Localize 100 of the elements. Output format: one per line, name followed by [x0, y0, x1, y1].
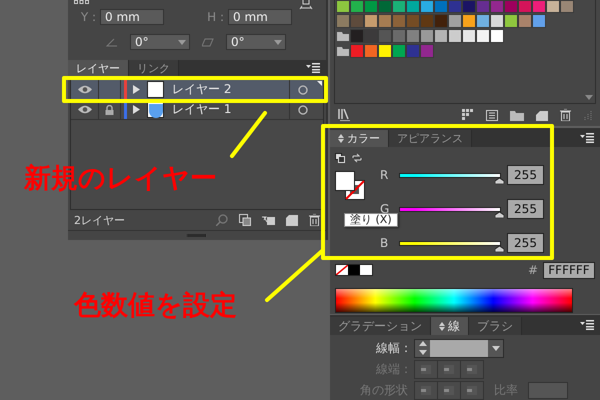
color-swatch[interactable]: [420, 0, 434, 13]
color-swatch[interactable]: [448, 14, 462, 28]
trash-icon[interactable]: [560, 109, 571, 121]
move-selection-icon[interactable]: [262, 214, 275, 226]
stroke-width-field[interactable]: [414, 338, 504, 358]
color-swatch[interactable]: [360, 265, 372, 275]
color-swatch[interactable]: [490, 14, 504, 28]
value-field[interactable]: 255: [507, 165, 544, 185]
color-swatch[interactable]: [420, 29, 434, 43]
color-swatch[interactable]: [476, 29, 490, 43]
color-swatch[interactable]: [420, 44, 434, 58]
target-circle-icon[interactable]: [298, 84, 308, 94]
color-swatch[interactable]: [406, 44, 420, 58]
color-swatch[interactable]: [406, 14, 420, 28]
color-swatch[interactable]: [392, 0, 406, 13]
color-swatch[interactable]: [476, 14, 490, 28]
color-swatch[interactable]: [462, 29, 476, 43]
color-swatch[interactable]: [364, 14, 378, 28]
color-swatch[interactable]: [434, 0, 448, 13]
color-swatch[interactable]: [350, 29, 364, 43]
color-swatch[interactable]: [462, 0, 476, 13]
color-swatch[interactable]: [462, 14, 476, 28]
collapse-icon[interactable]: [338, 134, 344, 143]
color-swatch[interactable]: [504, 0, 518, 13]
panel-menu-icon[interactable]: [580, 320, 594, 330]
color-swatch[interactable]: [350, 0, 364, 13]
color-swatch[interactable]: [348, 265, 360, 275]
resize-grip-icon[interactable]: [583, 110, 592, 120]
new-swatch-icon[interactable]: [536, 110, 548, 120]
color-swatch[interactable]: [364, 29, 378, 43]
color-swatch[interactable]: [364, 44, 378, 58]
eye-icon[interactable]: [78, 85, 92, 94]
value-field[interactable]: 255: [507, 199, 544, 219]
color-swatch[interactable]: [350, 44, 364, 58]
new-layer-icon[interactable]: [286, 214, 298, 226]
link-icon[interactable]: [299, 0, 313, 10]
input-field[interactable]: 0 mm: [100, 9, 164, 25]
cap-style-icon[interactable]: [461, 360, 483, 378]
color-swatch[interactable]: [378, 0, 392, 13]
library-books-icon[interactable]: [338, 109, 352, 121]
swap-arrows-icon[interactable]: [352, 153, 362, 163]
panel-tab[interactable]: ブラシ: [469, 317, 522, 335]
color-swatch[interactable]: [378, 29, 392, 43]
color-swatch[interactable]: [518, 0, 532, 13]
color-swatch[interactable]: [490, 0, 504, 13]
color-swatch[interactable]: [392, 14, 406, 28]
cap-style-icon[interactable]: [415, 382, 437, 398]
grid-view-icon[interactable]: [462, 109, 474, 121]
folder-icon[interactable]: [510, 110, 524, 120]
cap-style-icon[interactable]: [438, 360, 460, 378]
expand-triangle-icon[interactable]: [133, 105, 140, 114]
color-swatch[interactable]: [336, 14, 350, 28]
color-swatch[interactable]: [336, 0, 350, 13]
color-swatch[interactable]: [378, 44, 392, 58]
color-swatch[interactable]: [392, 44, 406, 58]
color-swatch[interactable]: [504, 14, 518, 28]
collapse-icon[interactable]: [439, 322, 445, 330]
eye-icon[interactable]: [78, 105, 92, 114]
button-group[interactable]: [414, 360, 484, 378]
input-field[interactable]: 0 mm: [228, 9, 292, 25]
button-group[interactable]: [414, 380, 484, 400]
color-swatch[interactable]: [420, 14, 434, 28]
color-swatch[interactable]: [392, 29, 406, 43]
default-colors-icon[interactable]: [335, 153, 345, 163]
color-swatch[interactable]: [448, 0, 462, 13]
color-swatch[interactable]: [364, 0, 378, 13]
color-swatch[interactable]: [490, 29, 504, 43]
cap-style-icon[interactable]: [461, 382, 483, 398]
layer-row[interactable]: レイヤー 2: [71, 80, 323, 100]
color-swatch[interactable]: [406, 29, 420, 43]
list-view-icon[interactable]: [486, 110, 498, 120]
clipping-mask-icon[interactable]: [239, 214, 251, 226]
color-swatch[interactable]: [560, 0, 574, 13]
color-swatch[interactable]: [546, 0, 560, 13]
color-swatch[interactable]: [350, 14, 364, 28]
hex-field[interactable]: FFFFFF: [543, 262, 595, 278]
target-circle-icon[interactable]: [298, 104, 308, 114]
panel-tab[interactable]: レイヤー: [68, 60, 129, 77]
stepper-down-icon[interactable]: [418, 350, 426, 355]
caret-icon[interactable]: [178, 40, 186, 44]
color-swatch[interactable]: [532, 14, 546, 28]
value-field[interactable]: 255: [507, 233, 544, 253]
caret-icon[interactable]: [274, 40, 282, 44]
scroll-down-arrow-icon[interactable]: [585, 95, 593, 100]
slider-thumb[interactable]: [495, 246, 504, 252]
cap-style-icon[interactable]: [438, 382, 460, 398]
panel-tab[interactable]: グラデーション: [330, 317, 431, 335]
fill-stroke-icon[interactable]: [335, 171, 365, 200]
panel-tab[interactable]: 線: [431, 317, 469, 335]
caret-icon[interactable]: [492, 346, 500, 350]
layer-row[interactable]: レイヤー 1: [71, 100, 323, 120]
trash-icon[interactable]: [309, 214, 320, 226]
dropdown[interactable]: 0°: [226, 34, 286, 50]
color-swatch[interactable]: [518, 14, 532, 28]
color-swatch[interactable]: [532, 0, 546, 13]
slider-thumb[interactable]: [495, 212, 504, 218]
panel-tab[interactable]: アピアランス: [389, 130, 472, 147]
ratio-field[interactable]: [528, 382, 568, 398]
slider-thumb[interactable]: [495, 178, 504, 184]
search-icon[interactable]: [216, 214, 228, 226]
